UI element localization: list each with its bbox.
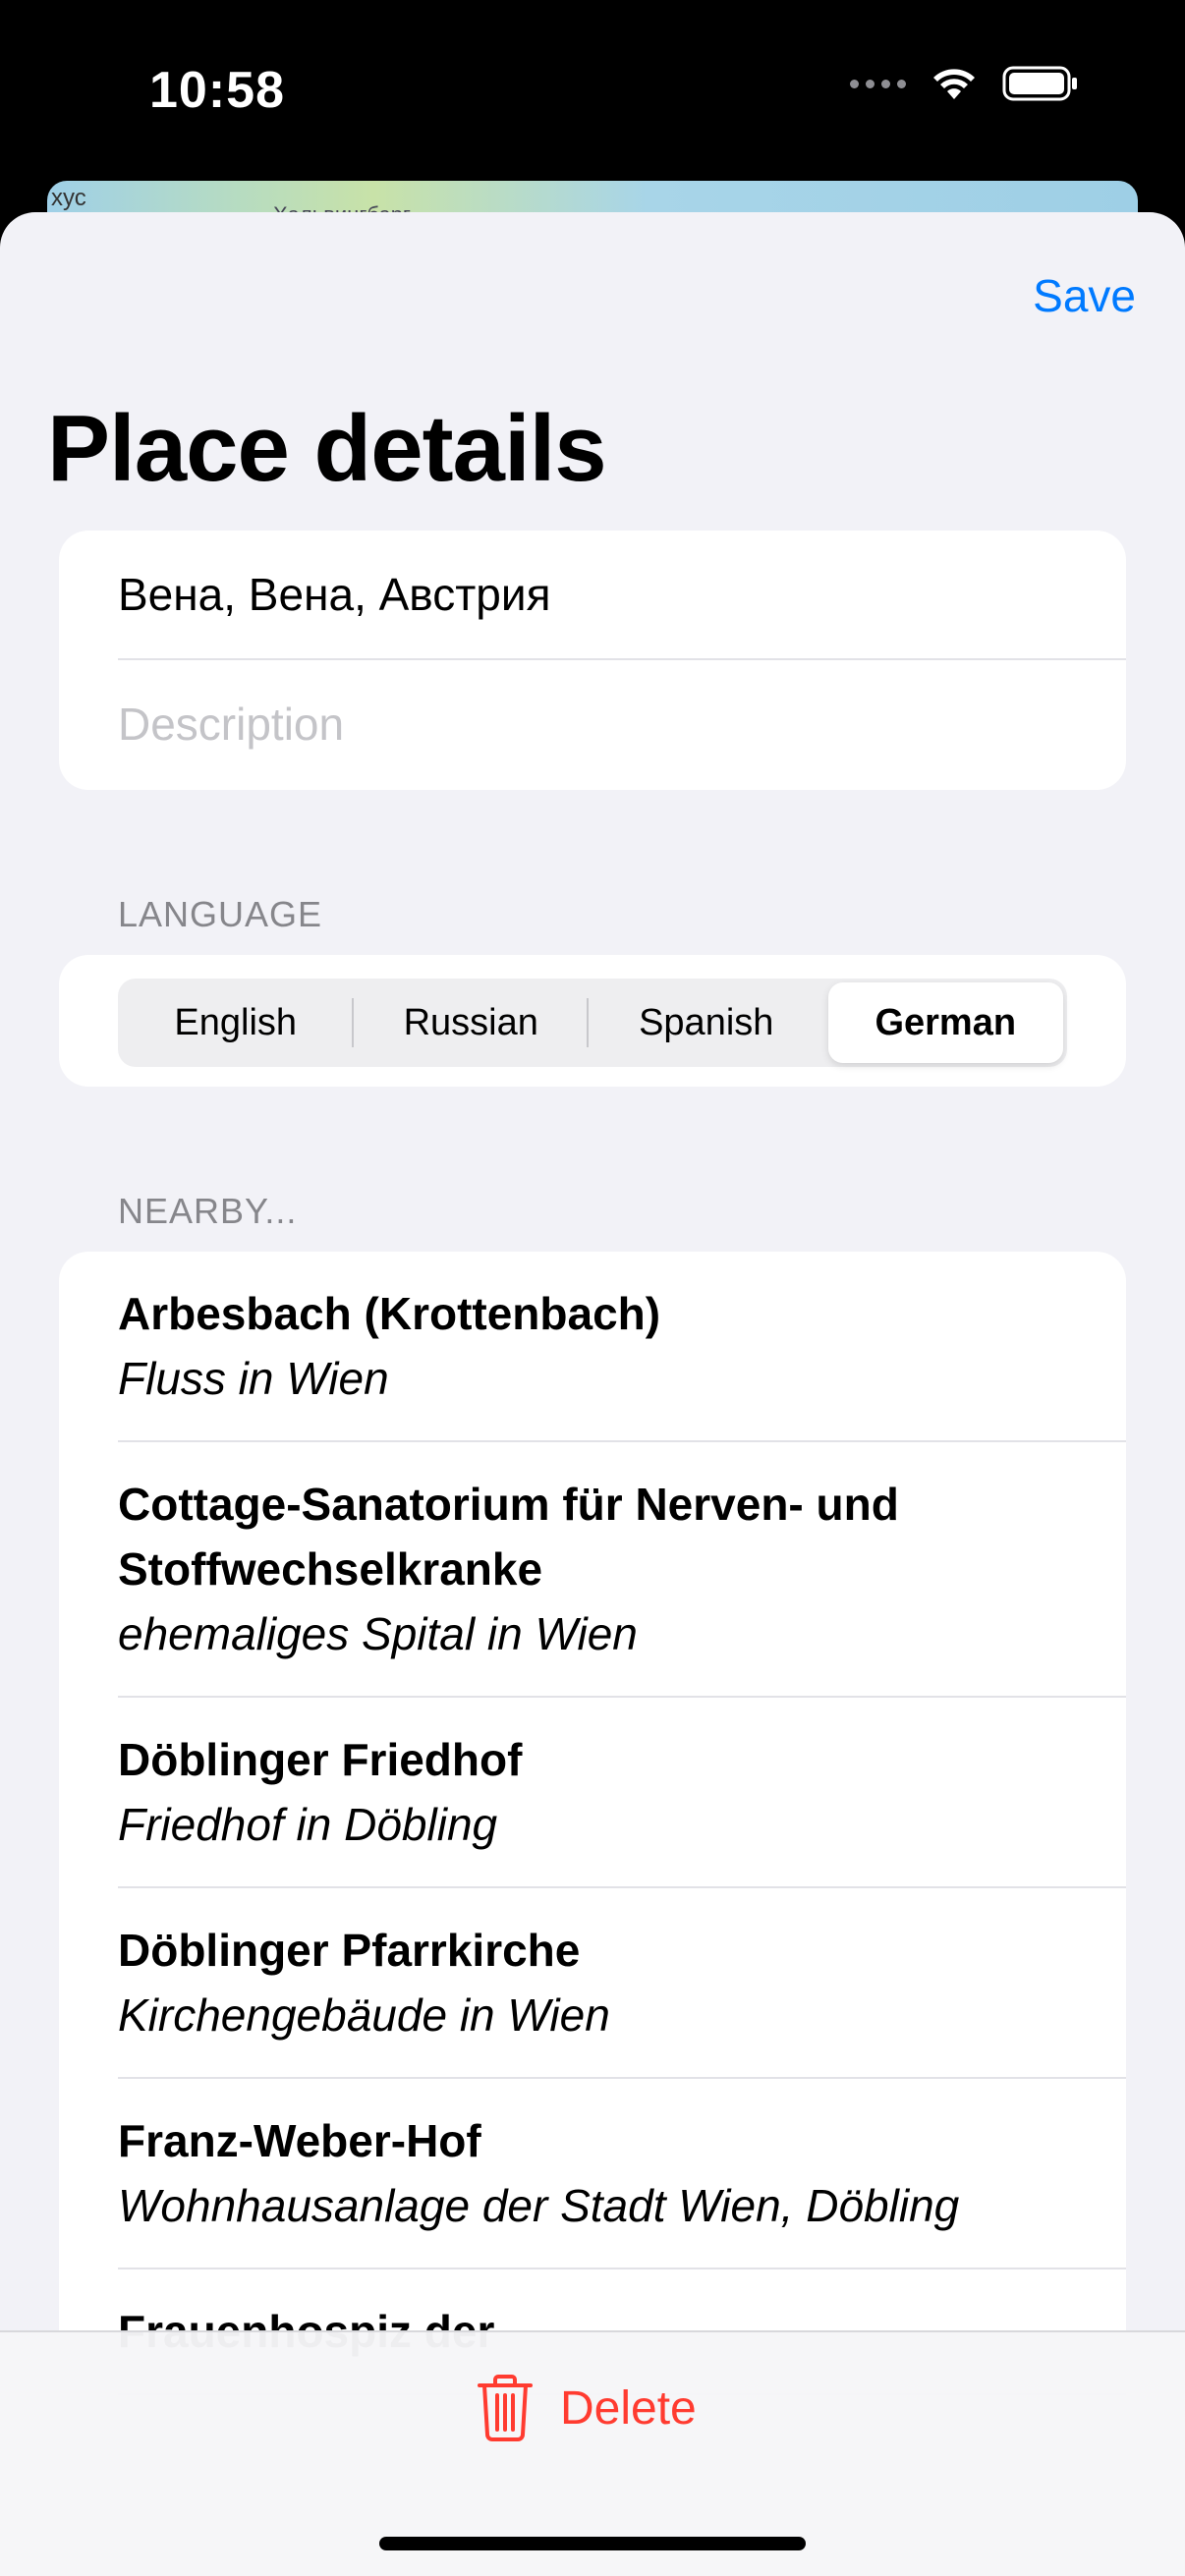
nearby-section-label: NEARBY... [118,1191,298,1231]
status-time: 10:58 [149,62,285,119]
screen: 10:58 хус Хальвингбарг Save Place detail… [0,0,1185,2576]
place-details-sheet: Save Place details Вена, Вена, Австрия D… [0,212,1185,2576]
delete-button[interactable]: Delete [476,2374,697,2442]
list-item[interactable]: Franz-Weber-Hof Wohnhausanlage der Stadt… [118,2079,1126,2269]
save-button[interactable]: Save [1033,269,1136,322]
status-bar: 10:58 [0,0,1185,177]
list-item[interactable]: Döblinger Pfarrkirche Kirchengebäude in … [118,1888,1126,2079]
status-icons [850,65,1079,102]
segment-english[interactable]: English [118,979,354,1067]
list-item-subtitle: Friedhof in Döbling [118,1799,498,1850]
segment-spanish[interactable]: Spanish [589,979,824,1067]
cellular-signal-icon [850,79,906,88]
name-field[interactable]: Вена, Вена, Австрия [118,531,1126,660]
home-indicator[interactable] [379,2537,806,2550]
description-field[interactable]: Description [118,660,1126,788]
list-item-title: Arbesbach (Krottenbach) [118,1288,661,1339]
list-item-subtitle: Wohnhausanlage der Stadt Wien, Döbling [118,2180,960,2231]
battery-icon [1002,66,1077,101]
list-item-title: Cottage-Sanatorium für Nerven- und Stoff… [118,1479,899,1595]
language-section-label: LANGUAGE [118,894,323,934]
fields-card: Вена, Вена, Австрия Description [59,531,1126,790]
segment-german[interactable]: German [827,982,1063,1063]
list-item[interactable]: Döblinger Friedhof Friedhof in Döbling [118,1698,1126,1888]
language-card: English Russian Spanish German [59,955,1126,1087]
language-segmented-control: English Russian Spanish German [118,979,1067,1067]
wifi-icon [933,69,975,99]
segment-russian[interactable]: Russian [354,979,590,1067]
list-item[interactable]: Arbesbach (Krottenbach) Fluss in Wien [118,1252,1126,1442]
list-item-title: Döblinger Pfarrkirche [118,1925,581,1976]
page-title: Place details [47,396,607,501]
list-item-subtitle: Fluss in Wien [118,1353,389,1404]
list-item-subtitle: ehemaliges Spital in Wien [118,1608,638,1659]
map-label: хус [51,185,86,211]
list-item-subtitle: Kirchengebäude in Wien [118,1989,610,2041]
list-item[interactable]: Cottage-Sanatorium für Nerven- und Stoff… [118,1442,1126,1698]
list-item-title: Döblinger Friedhof [118,1734,523,1785]
list-item-title: Franz-Weber-Hof [118,2115,481,2166]
delete-label: Delete [560,2381,697,2435]
trash-icon [478,2375,533,2441]
